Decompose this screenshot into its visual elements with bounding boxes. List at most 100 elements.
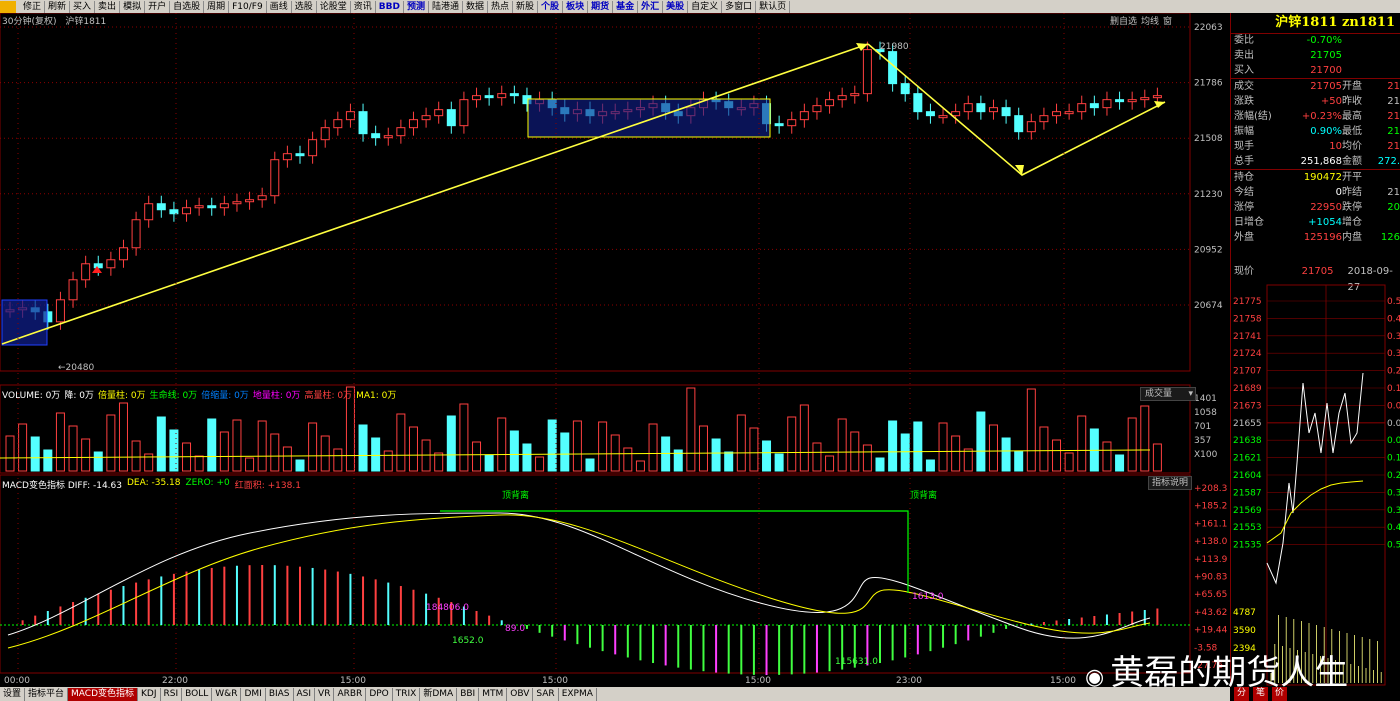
divergence-label: 顶背离	[502, 489, 529, 501]
macd-axis-label: +113.9	[1194, 555, 1228, 565]
candle-body	[963, 103, 973, 113]
toolbar-item-7[interactable]: 周期	[204, 0, 230, 13]
toolbar-item-4[interactable]: 模拟	[120, 0, 146, 13]
candle-body	[862, 49, 872, 95]
indicator-tab-4[interactable]: RSI	[161, 687, 183, 701]
toolbar-item-27[interactable]: 默认页	[756, 0, 791, 13]
toolbar-item-3[interactable]: 卖出	[95, 0, 121, 13]
volume-bar	[320, 435, 330, 472]
toolbar-item-8[interactable]: F10/F9	[229, 0, 267, 13]
candle-body	[1077, 103, 1087, 113]
volume-dropdown[interactable]: 成交量 ▾	[1140, 387, 1196, 401]
volume-bar	[207, 418, 217, 472]
toolbar-item-17[interactable]: 热点	[488, 0, 514, 13]
toolbar-item-13[interactable]: BBD	[376, 0, 404, 13]
indicator-tab-10[interactable]: VR	[315, 687, 335, 701]
toolbar-item-21[interactable]: 期货	[588, 0, 614, 13]
toolbar-item-22[interactable]: 基金	[613, 0, 639, 13]
volume-bar	[850, 431, 860, 472]
time-axis-label: 15:00	[745, 676, 771, 686]
toolbar-item-15[interactable]: 陆港通	[429, 0, 463, 13]
volume-bar	[30, 436, 40, 472]
indicator-tab-7[interactable]: DMI	[241, 687, 266, 701]
toolbar-item-25[interactable]: 自定义	[688, 0, 723, 13]
mini-price-label: 21535	[1233, 541, 1262, 551]
macd-area-label: 1652.0	[452, 636, 484, 646]
indicator-tab-17[interactable]: OBV	[507, 687, 534, 701]
mini-percent-label: 0.08	[1387, 436, 1400, 446]
candle-body	[333, 119, 343, 129]
toolbar-item-10[interactable]: 选股	[292, 0, 317, 13]
intraday-mini-chart[interactable]: 21775 0.55 21758 0.47 21741 0.39 21724 0.31 2170…	[1231, 283, 1400, 687]
toolbar-item-6[interactable]: 自选股	[170, 0, 205, 13]
toolbar-item-20[interactable]: 板块	[563, 0, 589, 13]
quote-value: 190472	[1303, 172, 1342, 183]
toolbar-item-11[interactable]: 论股堂	[317, 0, 351, 13]
indicator-tab-13[interactable]: TRIX	[393, 687, 421, 701]
volume-bar	[1001, 437, 1011, 472]
indicator-tab-18[interactable]: SAR	[533, 687, 559, 701]
toolbar-item-5[interactable]: 开户	[145, 0, 171, 13]
quote-value-2: 21	[1387, 111, 1400, 122]
volume-legend-item-2: 倍量柱: 0万	[97, 391, 146, 401]
indicator-tab-11[interactable]: ARBR	[334, 687, 367, 701]
quote-value: 21705	[1310, 50, 1342, 61]
volume-legend-item-5: 地量柱: 0万	[252, 391, 301, 401]
volume-axis-label: X100	[1194, 450, 1218, 460]
candle-body	[55, 299, 65, 323]
volume-bar	[5, 435, 15, 472]
candle-body	[182, 207, 192, 215]
indicator-tab-2[interactable]: MACD变色指标	[68, 687, 139, 701]
toolbar-item-9[interactable]: 画线	[267, 0, 292, 13]
chart-control-0[interactable]: 删自选	[1110, 14, 1137, 27]
time-axis-label: 00:00	[4, 676, 30, 686]
volume-bar	[295, 459, 305, 472]
toolbar-item-19[interactable]: 个股	[538, 0, 564, 13]
volume-bar	[862, 444, 872, 472]
indicator-tab-19[interactable]: EXPMA	[559, 687, 597, 701]
toolbar-item-12[interactable]: 资讯	[351, 0, 376, 13]
mini-price-label: 21689	[1233, 384, 1262, 394]
volume-bar	[598, 421, 608, 472]
quote-row: 成交 21705 开盘 21	[1231, 78, 1400, 94]
volume-bar	[963, 448, 973, 472]
price-axis-label: 21786	[1194, 79, 1223, 89]
chart-area[interactable]: 22063 21786 21508 21230 20952 20674 21980 ←2048…	[0, 13, 1230, 687]
quote-value-2: 21	[1387, 126, 1400, 137]
chart-canvas[interactable]: 22063 21786 21508 21230 20952 20674 21980 ←2048…	[0, 13, 1230, 687]
toolbar-item-24[interactable]: 美股	[663, 0, 689, 13]
indicator-tab-1[interactable]: 指标平台	[25, 687, 69, 701]
indicator-tab-5[interactable]: BOLL	[182, 687, 213, 701]
quote-label-2: 增仓	[1342, 217, 1362, 228]
indicator-help-button[interactable]: 指标说明	[1148, 476, 1193, 490]
indicator-tab-12[interactable]: DPO	[366, 687, 393, 701]
toolbar-item-14[interactable]: 预测	[404, 0, 429, 13]
volume-bar	[825, 455, 835, 472]
toolbar-item-2[interactable]: 买入	[70, 0, 96, 13]
indicator-tab-0[interactable]: 设置	[0, 687, 26, 701]
mini-avg-line	[1266, 480, 1364, 544]
indicator-tab-9[interactable]: ASI	[294, 687, 316, 701]
toolbar-item-1[interactable]: 刷新	[45, 0, 71, 13]
chart-control-2[interactable]: 窗	[1163, 14, 1172, 27]
toolbar-item-16[interactable]: 数据	[463, 0, 489, 13]
indicator-tab-16[interactable]: MTM	[479, 687, 508, 701]
macd-legend: MACD变色指标 DIFF: -14.63 DEA: -35.18 ZERO: +0…	[2, 478, 301, 491]
indicator-tab-6[interactable]: W&R	[212, 687, 242, 701]
macd-axis-label: +138.0	[1194, 537, 1228, 547]
toolbar-item-26[interactable]: 多窗口	[722, 0, 757, 13]
indicator-tab-14[interactable]: 新DMA	[420, 687, 458, 701]
indicator-tab-3[interactable]: KDJ	[138, 687, 161, 701]
mini-percent-label: 0.31	[1387, 488, 1400, 498]
toolbar-item-0[interactable]: 修正	[20, 0, 46, 13]
toolbar-item-23[interactable]: 外汇	[638, 0, 664, 13]
candle-body	[900, 83, 910, 95]
quote-row: 涨跌 +50 昨收 21	[1231, 94, 1400, 109]
volume-bar	[888, 420, 898, 472]
volume-bar	[1127, 417, 1137, 472]
indicator-tab-15[interactable]: BBI	[457, 687, 480, 701]
chart-control-1[interactable]: 均线	[1141, 14, 1159, 27]
candle-body	[913, 93, 923, 113]
toolbar-item-18[interactable]: 新股	[513, 0, 539, 13]
indicator-tab-8[interactable]: BIAS	[266, 687, 294, 701]
